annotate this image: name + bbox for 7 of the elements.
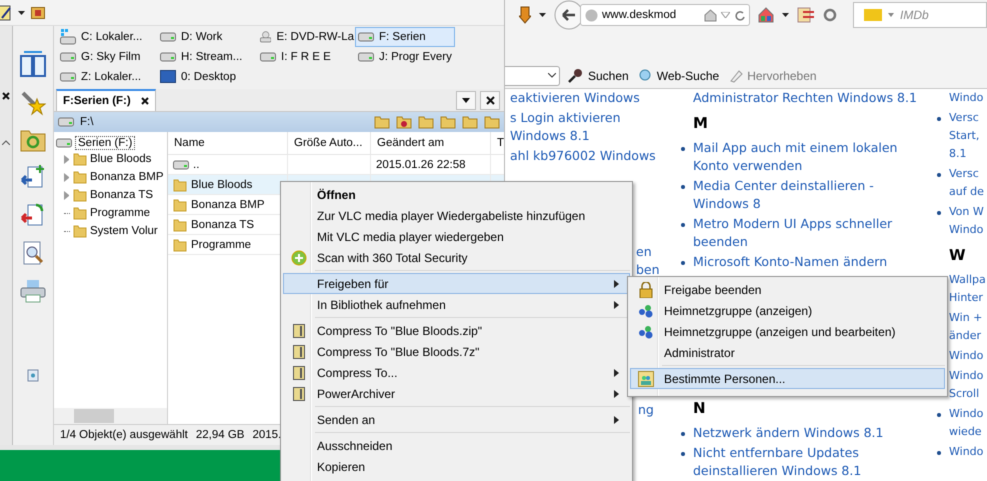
section-heading: N	[693, 398, 706, 419]
section-heading: W	[949, 245, 966, 266]
path-text: F:\	[80, 116, 94, 128]
status-text: 2015.	[252, 429, 282, 441]
status-text: 1/4 Objekt(e) ausgewählt	[60, 429, 188, 441]
section-heading: M	[693, 113, 708, 134]
status-text: 22,94 GB	[196, 429, 244, 441]
